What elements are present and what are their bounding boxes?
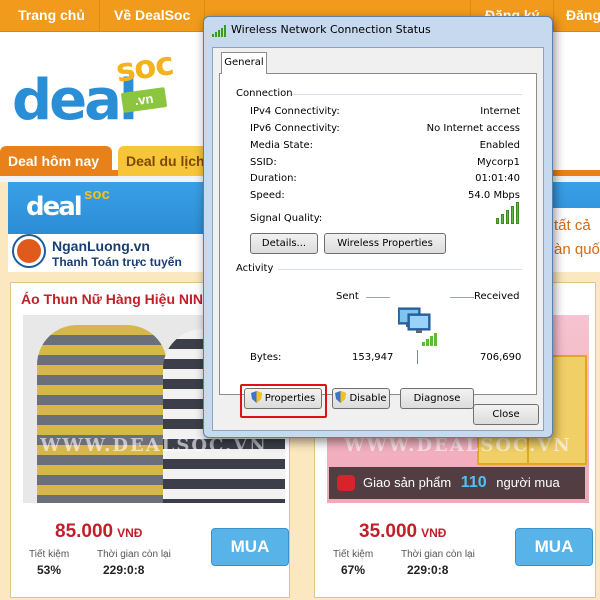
nganluong-subtitle: Thanh Toán trực tuyến — [52, 255, 182, 269]
signal-bar — [506, 210, 509, 224]
row-value: Mycorp1 — [477, 157, 520, 168]
signal-quality-icon — [496, 202, 522, 224]
properties-label: Properties — [264, 393, 316, 404]
promo-logo-deal: deal — [26, 192, 83, 222]
bytes-sent-value: 153,947 — [352, 352, 394, 363]
wireless-status-dialog[interactable]: Wireless Network Connection Status Gener… — [203, 16, 553, 438]
time-left-label: Thời gian còn lại — [401, 549, 475, 560]
product-price: 85.000 VNĐ — [55, 521, 142, 543]
logo-soc-text: soc — [113, 44, 176, 90]
save-label: Tiết kiệm — [333, 549, 374, 560]
general-panel: Connection IPv4 Connectivity: Internet I… — [219, 73, 537, 418]
nav-about[interactable]: Về DealSoc — [100, 0, 206, 32]
row-ssid: SSID: Mycorp1 — [250, 157, 520, 171]
dialog-client: General Connection IPv4 Connectivity: In… — [212, 47, 544, 431]
signal-bar — [501, 214, 504, 224]
wireless-signal-icon — [212, 25, 226, 37]
row-ipv6: IPv6 Connectivity: No Internet access — [250, 123, 520, 137]
promo-logo-soc: soc — [84, 186, 110, 203]
tab-general[interactable]: General — [221, 52, 267, 74]
row-value: 01:01:40 — [475, 173, 520, 184]
tab-deal-travel[interactable]: Deal du lịch — [118, 146, 210, 176]
row-key: IPv6 Connectivity: — [250, 123, 340, 134]
row-value: Enabled — [479, 140, 520, 151]
product-title[interactable]: Áo Thun Nữ Hàng Hiệu NINO — [21, 291, 214, 307]
bytes-received-value: 706,690 — [480, 352, 522, 363]
uac-shield-icon — [250, 391, 262, 403]
motorbike-icon — [337, 475, 355, 491]
signal-bar — [496, 218, 499, 224]
row-duration: Duration: 01:01:40 — [250, 173, 520, 187]
disable-button[interactable]: Disable — [332, 388, 390, 409]
dialog-title: Wireless Network Connection Status — [231, 23, 431, 36]
save-value: 67% — [341, 563, 366, 577]
row-key: Speed: — [250, 190, 285, 201]
row-key: SSID: — [250, 157, 277, 168]
bytes-label: Bytes: — [250, 352, 282, 363]
activity-group-label: Activity — [236, 263, 274, 274]
uac-shield-icon — [335, 391, 347, 403]
row-ipv4: IPv4 Connectivity: Internet — [250, 106, 520, 120]
delivery-banner: Giao sản phẩm 110 người mua — [329, 467, 585, 499]
received-line — [450, 297, 474, 298]
delivery-text: Giao sản phẩm — [363, 475, 452, 490]
signal-bar — [511, 206, 514, 224]
row-value: 54.0 Mbps — [468, 190, 520, 201]
row-value: Internet — [480, 106, 520, 117]
activity-tick — [417, 350, 418, 364]
close-button[interactable]: Close — [473, 404, 539, 425]
row-value: No Internet access — [426, 123, 520, 134]
buyer-count: 110 — [460, 474, 487, 491]
row-media-state: Media State: Enabled — [250, 140, 520, 154]
image-watermark: WWW.DEALSOC.VN — [344, 435, 572, 456]
row-key: Signal Quality: — [250, 213, 323, 224]
sent-line — [366, 297, 390, 298]
diagnose-button[interactable]: Diagnose — [400, 388, 474, 409]
network-computers-icon — [398, 307, 437, 346]
promo-right-text: tất cả àn quố — [554, 214, 600, 262]
price-currency: VNĐ — [117, 526, 143, 540]
disable-label: Disable — [349, 393, 387, 404]
dealsoc-logo[interactable]: deal soc .vn — [12, 44, 177, 140]
price-value: 35.000 — [359, 521, 418, 542]
tab-deal-today[interactable]: Deal hôm nay — [0, 146, 112, 176]
price-currency: VNĐ — [421, 526, 447, 540]
dialog-titlebar[interactable]: Wireless Network Connection Status — [204, 17, 552, 45]
row-signal-quality: Signal Quality: — [250, 213, 520, 227]
buy-button[interactable]: MUA — [211, 528, 289, 566]
sent-label: Sent — [336, 291, 359, 302]
signal-bar — [516, 202, 519, 224]
nganluong-icon — [14, 236, 44, 266]
connection-group-label: Connection — [236, 88, 293, 99]
price-value: 85.000 — [55, 521, 114, 542]
row-key: Media State: — [250, 140, 314, 151]
nganluong-name: NganLuong.vn — [52, 238, 150, 254]
row-key: Duration: — [250, 173, 297, 184]
received-label: Received — [474, 291, 520, 302]
promo-right-line-1: tất cả — [554, 217, 591, 234]
time-left-value: 229:0:8 — [407, 563, 449, 577]
promo-right-line-2: àn quố — [554, 241, 600, 258]
time-left-value: 229:0:8 — [103, 563, 145, 577]
row-speed: Speed: 54.0 Mbps — [250, 190, 520, 204]
nav-home[interactable]: Trang chủ — [4, 0, 100, 32]
activity-divider — [278, 269, 522, 270]
properties-button[interactable]: Properties — [244, 388, 322, 409]
connection-divider — [292, 94, 522, 95]
save-label: Tiết kiệm — [29, 549, 70, 560]
details-button[interactable]: Details... — [250, 233, 318, 254]
delivery-suffix: người mua — [496, 475, 560, 490]
save-value: 53% — [37, 563, 62, 577]
wireless-properties-button[interactable]: Wireless Properties — [324, 233, 446, 254]
row-key: IPv4 Connectivity: — [250, 106, 340, 117]
time-left-label: Thời gian còn lại — [97, 549, 171, 560]
product-price: 35.000 VNĐ — [359, 521, 446, 543]
nav-login[interactable]: Đăng — [552, 0, 600, 32]
buy-button[interactable]: MUA — [515, 528, 593, 566]
image-watermark: WWW.DEALSOC.VN — [40, 435, 268, 456]
striped-shirt-yellow — [37, 325, 167, 503]
